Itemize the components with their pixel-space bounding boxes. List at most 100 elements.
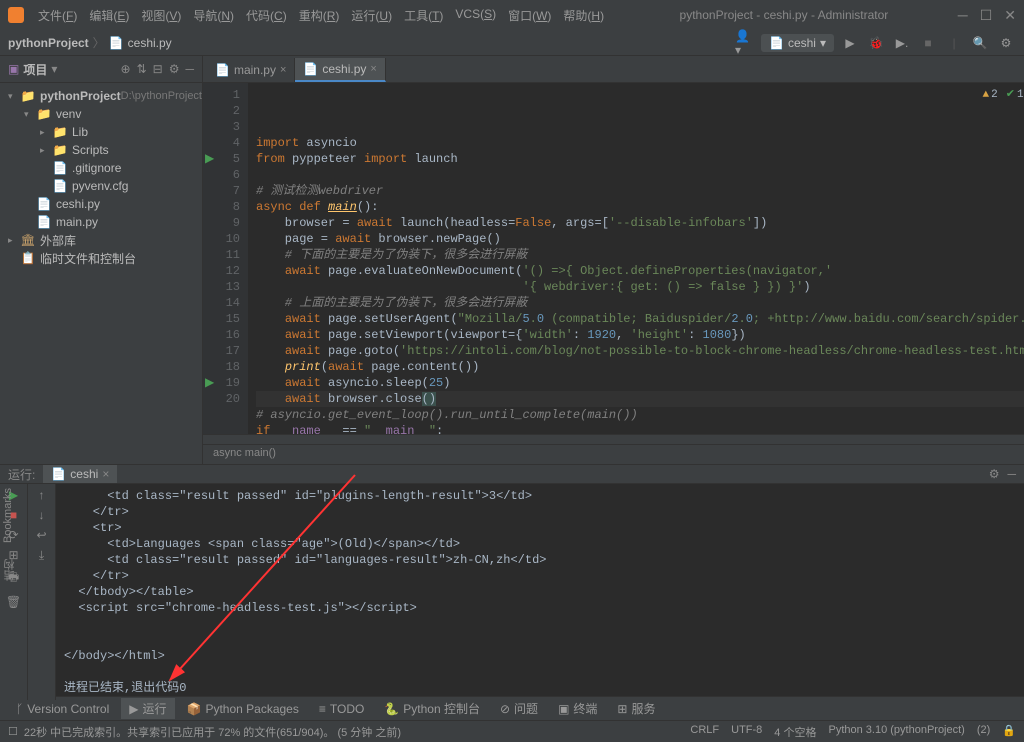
settings-icon[interactable]: ⚙ [169,62,180,76]
stop-button[interactable]: ■ [918,33,938,53]
status-item[interactable]: CRLF [690,724,719,740]
close-icon[interactable]: × [280,64,286,76]
editor-breadcrumb[interactable]: async main() [203,444,1024,464]
run-config-label: ceshi [788,36,816,50]
tree-row[interactable]: ▾📁pythonProject D:\pythonProject [0,87,202,105]
project-icon: ▣ [8,62,19,76]
editor-gutter: 1234▶56789101112131415161718▶1920 [203,83,248,434]
menu-item[interactable]: 文件(F) [32,7,83,24]
run-with-coverage-button[interactable]: ▶. [892,33,912,53]
menu-item[interactable]: 重构(R) [293,7,346,24]
status-item[interactable]: (2) [977,724,990,740]
debug-button[interactable]: 🐞 [866,33,886,53]
bottom-tab[interactable]: ⊞服务 [609,698,663,719]
editor-tab[interactable]: 📄main.py× [207,58,295,82]
title-bar: 文件(F)编辑(E)视图(V)导航(N)代码(C)重构(R)运行(U)工具(T)… [0,0,1024,30]
menu-item[interactable]: 窗口(W) [502,7,557,24]
ok-count: 1 [1017,87,1024,103]
run-button[interactable]: ▶ [840,33,860,53]
hide-icon[interactable]: ─ [1007,467,1016,481]
search-icon[interactable]: 🔍 [970,33,990,53]
user-icon[interactable]: 👤▾ [735,33,755,53]
settings-icon[interactable]: ⚙ [989,467,1000,481]
tree-row[interactable]: ▸📁Scripts [0,141,202,159]
lock-icon[interactable]: 🔒 [1002,724,1016,740]
breadcrumb-item[interactable]: ceshi.py [128,36,172,50]
menu-item[interactable]: 编辑(E) [83,7,135,24]
chevron-down-icon[interactable]: ▾ [51,62,57,76]
menu-item[interactable]: 帮助(H) [557,7,610,24]
close-icon[interactable]: × [102,467,109,481]
window-controls: ─ ☐ ✕ [958,7,1016,24]
main-menu: 文件(F)编辑(E)视图(V)导航(N)代码(C)重构(R)运行(U)工具(T)… [32,7,610,24]
bottom-tab[interactable]: ≡TODO [311,700,372,718]
tree-row[interactable]: ▸📁Lib [0,123,202,141]
status-item[interactable]: UTF-8 [731,724,762,740]
editor-tab[interactable]: 📄ceshi.py× [295,58,385,82]
tree-row[interactable]: 📄main.py [0,213,202,231]
run-tool-window: 运行: 📄 ceshi × ⚙ ─ ▶ ■ ⟳ ⊞ 🖶 🗑 ↑ ↓ ↩ ⤓ <t… [0,464,1024,696]
divider: | [944,33,964,53]
bottom-tab[interactable]: ⊘问题 [492,698,546,719]
code-content[interactable]: ▲2 ✔1 ⌃ ⌄ ⋮ import asynciofrom pyppeteer… [248,83,1024,434]
collapse-all-icon[interactable]: ⊟ [153,62,163,76]
scroll-to-end-icon[interactable]: ⤓ [39,548,44,563]
close-icon[interactable]: × [370,63,376,75]
editor-tabs: 📄main.py×📄ceshi.py× [203,56,1024,83]
menu-item[interactable]: 导航(N) [187,7,240,24]
tree-row[interactable]: ▸🏛外部库 [0,231,202,249]
side-tab-bookmarks[interactable]: Bookmarks [0,480,16,551]
bottom-tab[interactable]: 🐍Python 控制台 [376,698,488,719]
maximize-icon[interactable]: ☐ [980,7,993,24]
bottom-tab[interactable]: ᚴVersion Control [8,700,117,718]
project-tool-window: ▣ 项目 ▾ ⊕ ⇅ ⊟ ⚙ ─ ▾📁pythonProject D:\pyth… [0,56,203,464]
down-icon[interactable]: ↓ [39,508,45,522]
project-panel-title: 项目 [23,61,47,78]
status-icon[interactable]: ☐ [8,725,18,738]
run-config-dropdown[interactable]: 📄 ceshi ▾ [761,34,834,52]
select-opened-file-icon[interactable]: ⊕ [121,62,131,76]
close-icon[interactable]: ✕ [1004,7,1016,24]
bottom-tab[interactable]: 📦Python Packages [179,700,307,718]
status-item[interactable]: Python 3.10 (pythonProject) [828,724,964,740]
run-tab[interactable]: 📄 ceshi × [43,465,117,483]
run-tab-label: ceshi [70,467,98,481]
breadcrumb-item[interactable]: pythonProject [8,36,89,50]
menu-item[interactable]: VCS(S) [449,7,502,24]
side-tab-structure[interactable]: 结构 [0,551,20,589]
expand-all-icon[interactable]: ⇅ [137,62,147,76]
tree-row[interactable]: 📄pyvenv.cfg [0,177,202,195]
hide-icon[interactable]: ─ [185,62,194,76]
up-icon[interactable]: ↑ [39,488,45,502]
tree-row[interactable]: 📄ceshi.py [0,195,202,213]
left-side-tabs: Bookmarks 结构 [0,480,20,589]
delete-icon[interactable]: 🗑 [6,595,21,609]
bottom-tab[interactable]: ▣终端 [550,698,605,719]
run-panel-header: 运行: 📄 ceshi × ⚙ ─ [0,465,1024,484]
status-bar: ☐ 22秒 中已完成索引。共享索引已应用于 72% 的文件(651/904)。 … [0,720,1024,742]
breadcrumb: pythonProject 〉 📄 ceshi.py [8,34,172,51]
status-message: 22秒 中已完成索引。共享索引已应用于 72% 的文件(651/904)。 (5… [24,724,401,740]
minimize-icon[interactable]: ─ [958,7,968,24]
bottom-tab[interactable]: ▶运行 [121,698,174,719]
status-item[interactable]: 4 个空格 [774,724,816,740]
nav-bar: pythonProject 〉 📄 ceshi.py 👤▾ 📄 ceshi ▾ … [0,30,1024,56]
menu-item[interactable]: 代码(C) [240,7,293,24]
horizontal-scrollbar[interactable] [203,434,1024,444]
settings-icon[interactable]: ⚙ [996,33,1016,53]
breadcrumb-sep-icon: 〉 [93,34,105,51]
tree-row[interactable]: ▾📁venv [0,105,202,123]
soft-wrap-icon[interactable]: ↩ [36,528,46,542]
project-tree[interactable]: ▾📁pythonProject D:\pythonProject▾📁venv▸📁… [0,83,202,464]
window-title: pythonProject - ceshi.py - Administrator [610,8,958,22]
project-panel-header: ▣ 项目 ▾ ⊕ ⇅ ⊟ ⚙ ─ [0,56,202,83]
menu-item[interactable]: 工具(T) [398,7,449,24]
tree-row[interactable]: 📋临时文件和控制台 [0,249,202,267]
console-output[interactable]: <td class="result passed" id="plugins-le… [56,484,1024,700]
code-editor[interactable]: 1234▶56789101112131415161718▶1920 ▲2 ✔1 … [203,83,1024,434]
menu-item[interactable]: 运行(U) [345,7,398,24]
inspections-widget[interactable]: ▲2 ✔1 ⌃ ⌄ ⋮ [983,87,1024,103]
menu-item[interactable]: 视图(V) [135,7,187,24]
tree-row[interactable]: 📄.gitignore [0,159,202,177]
app-logo-icon [8,7,24,23]
